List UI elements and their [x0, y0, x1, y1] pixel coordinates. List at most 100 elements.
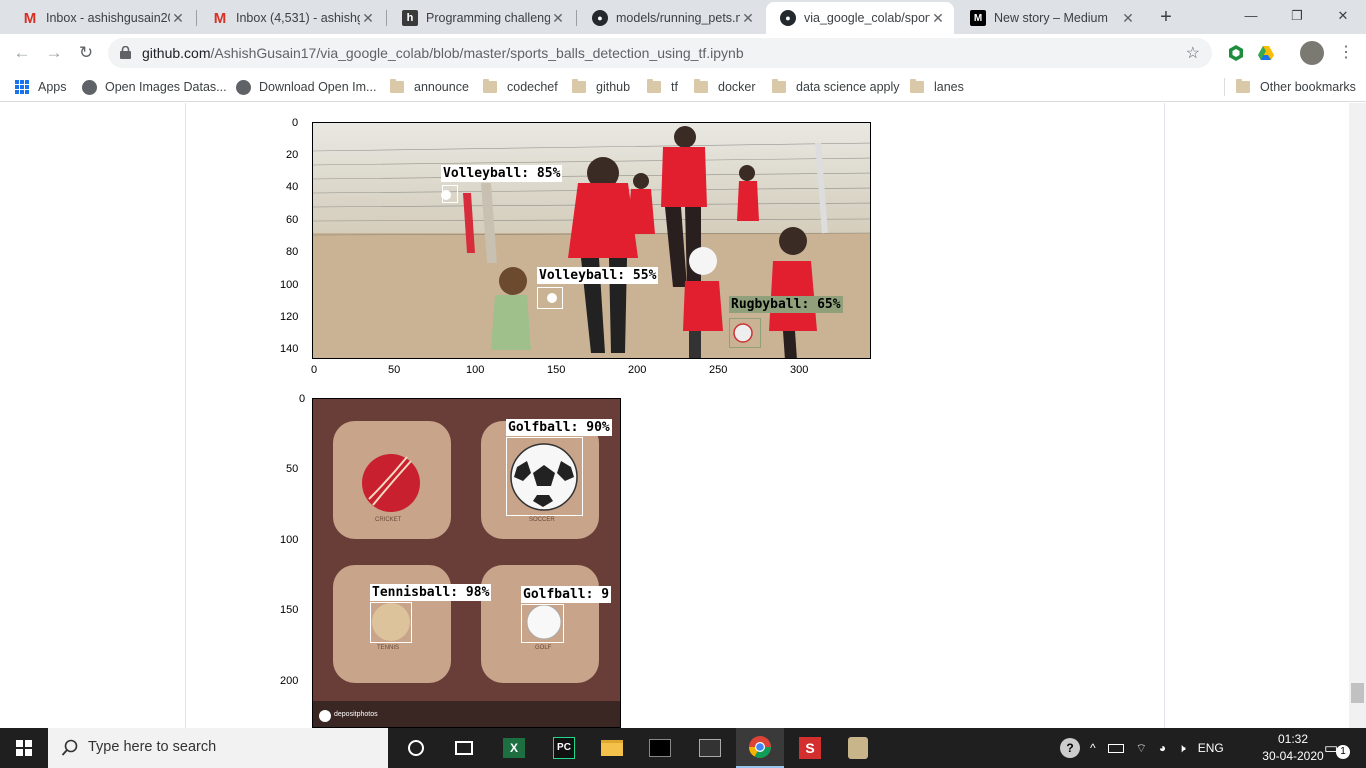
tab-title: via_google_colab/sport: [804, 11, 930, 25]
tab-via-google-colab[interactable]: ● via_google_colab/sport ✕: [766, 2, 954, 34]
folder-icon: [910, 79, 924, 93]
file-explorer-icon[interactable]: [588, 728, 636, 768]
console-icon[interactable]: [686, 728, 734, 768]
bookmark-folder-docker[interactable]: docker: [694, 77, 756, 97]
detection-label: Golfball: 90%: [506, 419, 612, 436]
playground-photo: [313, 123, 870, 358]
y-tick-label: 20: [286, 149, 299, 161]
github-icon: ●: [780, 10, 796, 26]
pycharm-icon[interactable]: PC: [540, 728, 588, 768]
close-tab-icon[interactable]: ✕: [740, 10, 756, 27]
apps-grid-icon: [15, 80, 29, 94]
close-tab-icon[interactable]: ✕: [550, 10, 566, 27]
y-tick-label: 0: [292, 117, 299, 129]
tab-running-pets[interactable]: ● models/running_pets.m ✕: [578, 2, 764, 34]
hackerrank-icon: h: [402, 10, 418, 26]
x-tick-label: 200: [628, 364, 647, 376]
x-tick-label: 150: [547, 364, 566, 376]
tile-label-soccer: SOCCER: [529, 517, 555, 523]
cortana-icon[interactable]: [392, 728, 440, 768]
gmail-icon: M: [23, 9, 37, 27]
tab-medium[interactable]: M New story – Medium ✕: [956, 2, 1144, 34]
task-view-icon[interactable]: [440, 728, 488, 768]
folder-icon: [572, 79, 586, 93]
excel-icon[interactable]: X: [490, 728, 538, 768]
detection-label: Golfball: 9: [521, 586, 612, 603]
bookmark-folder-lanes[interactable]: lanes: [910, 77, 964, 97]
detection-box: [537, 287, 563, 309]
tab-title: Inbox (4,531) - ashishgu: [236, 11, 360, 25]
close-tab-icon[interactable]: ✕: [1120, 10, 1136, 27]
tab-gmail-2[interactable]: M Inbox (4,531) - ashishgu ✕: [198, 2, 384, 34]
page-scrollbar[interactable]: [1349, 103, 1366, 728]
clock[interactable]: 01:32 30-04-2020: [1258, 731, 1328, 765]
back-button[interactable]: ←: [10, 41, 34, 65]
bookmark-folder-codechef[interactable]: codechef: [483, 77, 558, 97]
notification-center-button[interactable]: ▭ 1: [1324, 739, 1350, 759]
lock-icon: [120, 46, 131, 59]
windows-taskbar: Type here to search X PC S ? ^ ⌔ ◕ 🕨 ENG…: [0, 728, 1366, 768]
terminal-icon[interactable]: [636, 728, 684, 768]
folder-icon: [647, 79, 661, 93]
volume-muted-icon[interactable]: 🕨: [1178, 741, 1186, 756]
bookmark-star-icon[interactable]: ☆: [1186, 43, 1200, 63]
y-tick-label: 100: [280, 534, 299, 546]
profile-avatar[interactable]: [1300, 41, 1324, 65]
network-icon[interactable]: ◕: [1159, 741, 1166, 755]
reload-button[interactable]: ↻: [74, 41, 98, 65]
app-misc-icon[interactable]: [834, 728, 882, 768]
notification-count: 1: [1336, 745, 1350, 759]
start-button[interactable]: [0, 728, 48, 768]
chevron-up-icon[interactable]: ^: [1090, 741, 1096, 755]
folder-icon: [772, 79, 786, 93]
app-red-s-icon[interactable]: S: [786, 728, 834, 768]
close-window-button[interactable]: ✕: [1320, 4, 1366, 28]
folder-icon: [390, 79, 404, 93]
help-icon[interactable]: ?: [1060, 738, 1080, 758]
restore-button[interactable]: ❐: [1274, 4, 1320, 28]
menu-kebab-icon[interactable]: ⋮: [1334, 41, 1358, 65]
close-tab-icon[interactable]: ✕: [930, 10, 946, 27]
bookmark-apps[interactable]: Apps: [15, 77, 67, 97]
tab-hackerrank[interactable]: h Programming challenge ✕: [388, 2, 574, 34]
language-indicator[interactable]: ENG: [1198, 741, 1224, 755]
wifi-icon[interactable]: ⌔: [1136, 741, 1147, 756]
forward-button[interactable]: →: [42, 41, 66, 65]
minimize-button[interactable]: —: [1228, 4, 1274, 28]
bookmark-folder-announce[interactable]: announce: [390, 77, 469, 97]
drive-icon[interactable]: [1256, 43, 1276, 63]
scrollbar-thumb[interactable]: [1351, 683, 1364, 703]
y-tick-label: 200: [280, 675, 299, 687]
y-tick-label: 40: [286, 181, 299, 193]
plot-1-image: Volleyball: 85% Volleyball: 55% Rugbybal…: [312, 122, 871, 359]
clock-date: 30-04-2020: [1262, 749, 1324, 763]
y-tick-label: 120: [280, 311, 299, 323]
x-tick-label: 50: [388, 364, 401, 376]
bookmark-folder-github[interactable]: github: [572, 77, 630, 97]
taskbar-search-box[interactable]: Type here to search: [48, 728, 388, 768]
tile-label-tennis: TENNIS: [377, 645, 400, 651]
chrome-icon[interactable]: [736, 728, 784, 768]
bookmark-open-images-dataset[interactable]: Open Images Datas...: [82, 77, 227, 97]
bookmark-download-open-images[interactable]: Download Open Im...: [236, 77, 376, 97]
gmail-icon: M: [213, 9, 227, 27]
x-tick-label: 300: [790, 364, 809, 376]
plot-2-image: CRICKET SOCCER TENNIS GOLF depositphotos…: [312, 398, 621, 728]
address-bar[interactable]: github.com/AshishGusain17/via_google_col…: [108, 38, 1212, 68]
close-tab-icon[interactable]: ✕: [170, 10, 186, 27]
bookmark-folder-data-science-apply[interactable]: data science apply: [772, 77, 900, 97]
folder-icon: [483, 79, 497, 93]
x-tick-label: 100: [466, 364, 485, 376]
x-tick-label: 250: [709, 364, 728, 376]
detection-label: Volleyball: 55%: [537, 267, 659, 284]
folder-icon: [694, 79, 708, 93]
new-tab-button[interactable]: +: [1155, 6, 1177, 28]
extension-hex-icon[interactable]: [1226, 43, 1246, 63]
url-text: github.com/AshishGusain17/via_google_col…: [142, 45, 744, 61]
battery-icon[interactable]: [1107, 743, 1124, 753]
bookmark-other-bookmarks[interactable]: Other bookmarks: [1236, 77, 1356, 97]
tab-gmail-1[interactable]: M Inbox - ashishgusain20 ✕: [8, 2, 194, 34]
bookmark-folder-tf[interactable]: tf: [647, 77, 678, 97]
close-tab-icon[interactable]: ✕: [360, 10, 376, 27]
github-icon: ●: [592, 10, 608, 26]
